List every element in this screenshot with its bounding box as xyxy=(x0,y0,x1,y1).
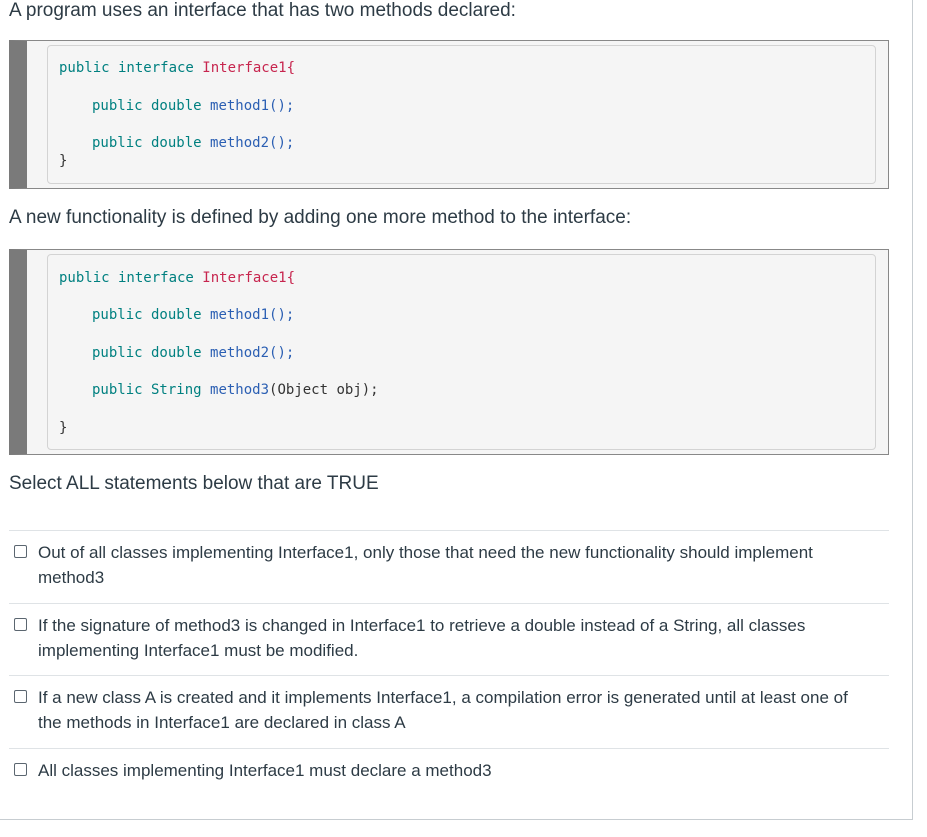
code-line: } xyxy=(59,153,68,169)
checkbox[interactable] xyxy=(14,618,27,631)
divider xyxy=(9,748,889,749)
code-line: public double method1(); xyxy=(92,98,295,114)
option-label: All classes implementing Interface1 must… xyxy=(38,761,492,780)
answer-option-4[interactable]: All classes implementing Interface1 must… xyxy=(14,758,874,783)
option-label: If the signature of method3 is changed i… xyxy=(38,616,806,660)
question-intro: A program uses an interface that has two… xyxy=(9,0,516,21)
answer-option-2[interactable]: If the signature of method3 is changed i… xyxy=(14,613,874,663)
question-middle: A new functionality is defined by adding… xyxy=(9,207,632,228)
checkbox[interactable] xyxy=(14,690,27,703)
code-line: public String method3(Object obj); xyxy=(92,382,379,398)
code-line: public double method2(); xyxy=(92,135,295,151)
divider xyxy=(9,530,889,531)
question-instruction: Select ALL statements below that are TRU… xyxy=(9,473,379,494)
option-label: If a new class A is created and it imple… xyxy=(38,688,848,732)
option-label: Out of all classes implementing Interfac… xyxy=(38,543,813,587)
code-box: public interface Interface1{ public doub… xyxy=(47,45,876,184)
divider xyxy=(9,603,889,604)
divider xyxy=(9,675,889,676)
code-line: } xyxy=(59,420,68,436)
code-line: public interface Interface1{ xyxy=(59,270,296,286)
code-box: public interface Interface1{ public doub… xyxy=(47,254,876,450)
checkbox[interactable] xyxy=(14,545,27,558)
checkbox[interactable] xyxy=(14,763,27,776)
code-line: public interface Interface1{ xyxy=(59,60,296,76)
question-panel: A program uses an interface that has two… xyxy=(0,0,913,820)
code-line: public double method2(); xyxy=(92,345,295,361)
code-line: public double method1(); xyxy=(92,307,295,323)
code-block-2: public interface Interface1{ public doub… xyxy=(9,249,889,455)
answer-option-3[interactable]: If a new class A is created and it imple… xyxy=(14,685,874,735)
code-block-1: public interface Interface1{ public doub… xyxy=(9,40,889,189)
answer-option-1[interactable]: Out of all classes implementing Interfac… xyxy=(14,540,874,590)
